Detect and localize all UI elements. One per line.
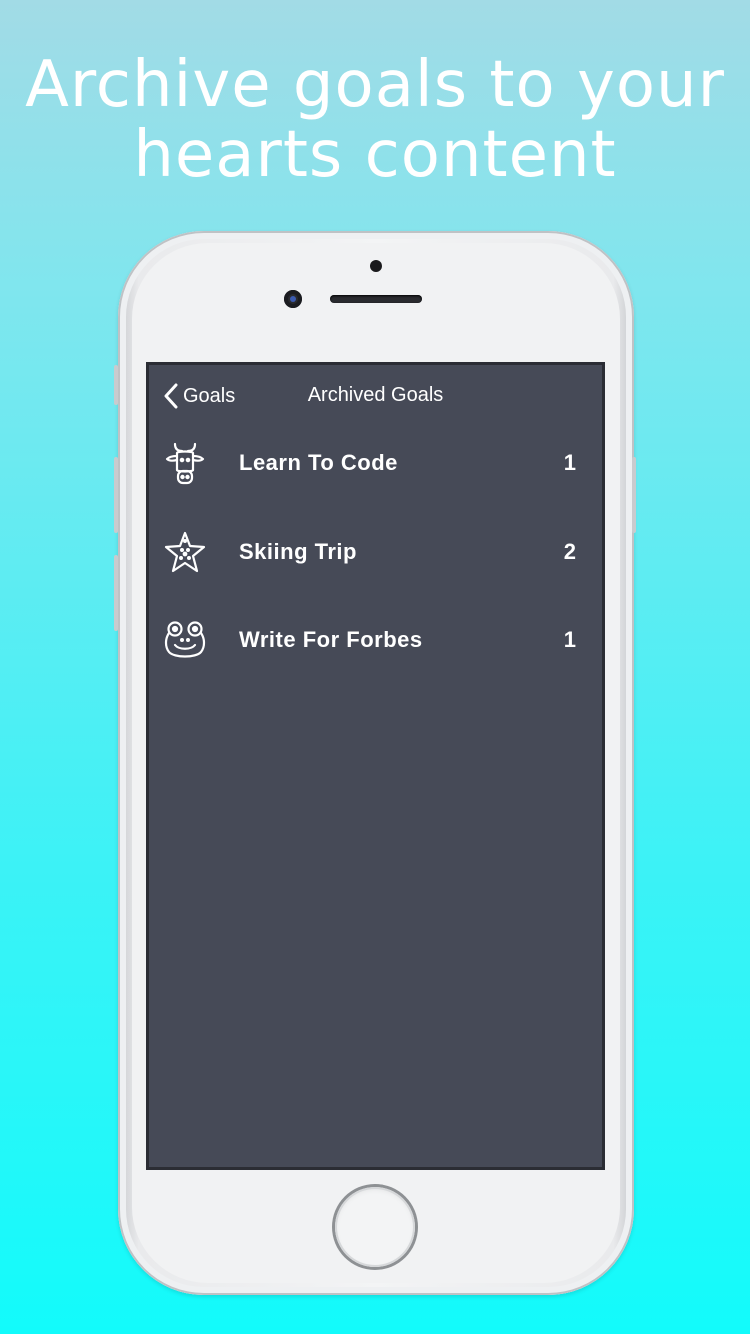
goal-name: Skiing Trip — [239, 538, 357, 564]
starfish-icon — [163, 529, 207, 575]
navigation-bar: Goals Archived Goals — [149, 365, 602, 425]
page-title: Archived Goals — [307, 384, 444, 406]
goal-name: Learn To Code — [239, 450, 398, 476]
side-button-power — [632, 457, 636, 533]
home-button[interactable] — [335, 1187, 415, 1267]
frog-icon — [163, 617, 207, 663]
cow-icon — [163, 440, 207, 486]
archived-goals-list: Learn To Code 1 Skiing Trip 2 Write For … — [149, 419, 602, 685]
front-camera — [284, 290, 302, 308]
goal-count: 1 — [563, 450, 576, 476]
headline-line-1: Archive goals to your — [25, 48, 725, 122]
side-button-volume-up — [114, 457, 118, 533]
headline: Archive goals to your hearts content — [0, 50, 750, 190]
app-screen: Goals Archived Goals Learn To Code 1 Ski… — [146, 362, 605, 1170]
list-item[interactable]: Skiing Trip 2 — [149, 508, 602, 597]
side-button-mute — [114, 365, 118, 405]
goal-name: Write For Forbes — [239, 627, 423, 653]
goal-count: 2 — [563, 538, 576, 564]
earpiece-speaker — [330, 295, 422, 303]
proximity-sensor — [370, 260, 382, 272]
headline-line-2: hearts content — [133, 118, 617, 192]
list-item[interactable]: Learn To Code 1 — [149, 419, 602, 508]
side-button-volume-down — [114, 555, 118, 631]
list-item[interactable]: Write For Forbes 1 — [149, 596, 602, 685]
goal-count: 1 — [563, 627, 576, 653]
